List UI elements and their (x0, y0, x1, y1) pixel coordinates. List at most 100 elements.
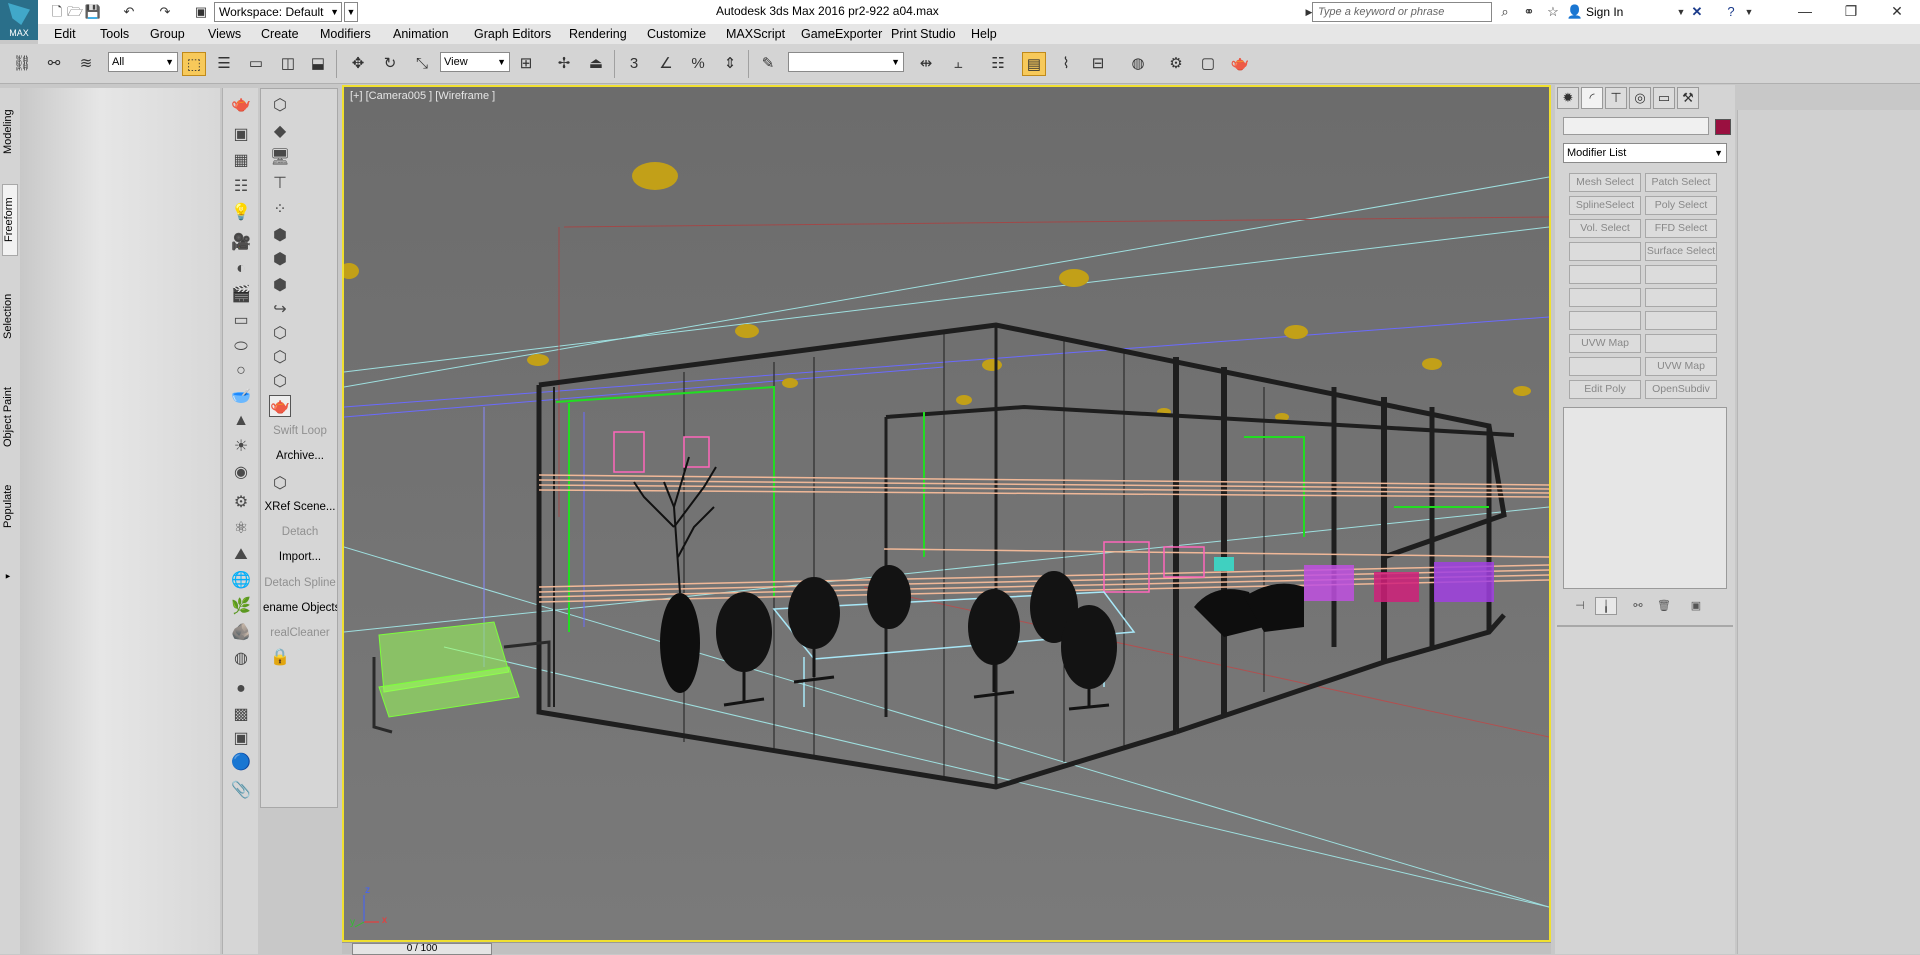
tab-modeling[interactable]: Modeling (2, 100, 18, 164)
cube-plus-icon[interactable]: ⬡ (269, 347, 291, 369)
clip-icon[interactable]: 📎 (230, 780, 252, 802)
detach-spline-button[interactable]: Detach Spline (263, 577, 337, 589)
globe-icon[interactable]: 🌐 (230, 570, 252, 592)
cube-gray-icon[interactable]: ⬡ (269, 473, 291, 495)
app-logo-button[interactable]: MAX (0, 0, 38, 40)
select-and-move-icon[interactable]: ✥ (346, 52, 370, 76)
viewport-label[interactable]: [+] [Camera005 ] [Wireframe ] (350, 90, 495, 102)
unlink-selection-icon[interactable]: ⚯ (42, 52, 66, 76)
select-object-icon[interactable]: ⬚ (182, 52, 206, 76)
select-and-rotate-icon[interactable]: ↻ (378, 52, 402, 76)
keyboard-shortcut-override-icon[interactable]: ⏏ (584, 52, 608, 76)
teapot-render-icon[interactable]: 🫖 (269, 395, 291, 417)
remove-modifier-icon[interactable]: 🗑 (1653, 597, 1675, 615)
object-color-swatch[interactable] (1715, 119, 1731, 135)
mirror-icon[interactable]: ⇹ (914, 52, 938, 76)
ffd-select-button[interactable]: FFD Select (1645, 219, 1717, 238)
sign-in-link[interactable]: Sign In (1586, 5, 1623, 19)
menu-group[interactable]: Group (150, 27, 185, 41)
snaps-toggle-icon[interactable]: 3 (622, 52, 646, 76)
cube-minus-icon[interactable]: ⬡ (269, 371, 291, 393)
minimize-button[interactable]: — (1782, 0, 1828, 24)
menu-edit[interactable]: Edit (54, 27, 76, 41)
rectangular-selection-icon[interactable]: ▭ (244, 52, 268, 76)
tab-create-icon[interactable]: ✹ (1557, 87, 1579, 109)
patch-select-button[interactable]: Patch Select (1645, 173, 1717, 192)
workspace-dropdown[interactable]: Workspace: Default ▼ (214, 2, 342, 22)
tab-motion-icon[interactable]: ◎ (1629, 87, 1651, 109)
blob-icon[interactable]: ⬭ (230, 336, 252, 358)
time-slider[interactable]: 0 / 100 (342, 942, 1551, 955)
select-and-scale-icon[interactable]: ⤡ (410, 52, 434, 76)
favorites-star-icon[interactable]: ☆ (1544, 3, 1562, 21)
tab-selection[interactable]: Selection (2, 284, 18, 348)
project-folder-icon[interactable]: ▣ (192, 3, 210, 21)
restore-button[interactable]: ❐ (1828, 0, 1874, 24)
modifier-set-button-empty[interactable] (1569, 357, 1641, 376)
xref-scene-button[interactable]: XRef Scene... (263, 501, 337, 513)
spinner-snap-icon[interactable]: ⇕ (718, 52, 742, 76)
select-manipulate-icon[interactable]: ✢ (552, 52, 576, 76)
colored-shape-icon[interactable]: ◆ (269, 121, 291, 143)
mountain-icon[interactable]: ⛰ (230, 544, 252, 566)
scene-explorer-icon[interactable]: ▤ (1022, 52, 1046, 76)
cube-arrow-icon[interactable]: ⬡ (269, 323, 291, 345)
import-button[interactable]: Import... (263, 551, 337, 563)
disc-icon[interactable]: ◉ (230, 462, 252, 484)
tab-populate[interactable]: Populate (2, 476, 18, 536)
modifier-set-button-empty[interactable] (1645, 334, 1717, 353)
menu-print-studio[interactable]: Print Studio (891, 27, 956, 41)
menu-graph-editors[interactable]: Graph Editors (474, 27, 551, 41)
tab-modify-icon[interactable]: ◜ (1581, 87, 1603, 109)
select-by-name-icon[interactable]: ☰ (212, 52, 236, 76)
rock-icon[interactable]: 🪨 (230, 622, 252, 644)
spline-select-button[interactable]: SplineSelect (1569, 196, 1641, 215)
open-file-icon[interactable]: 🗁 (66, 3, 84, 21)
lock-icon[interactable]: 🔒 (269, 647, 291, 669)
gears-icon[interactable]: ⚙ (230, 492, 252, 514)
plane-icon[interactable]: ▭ (230, 310, 252, 332)
vol-select-button[interactable]: Vol. Select (1569, 219, 1641, 238)
edit-named-selection-icon[interactable]: ✎ (756, 52, 780, 76)
bind-to-space-warp-icon[interactable]: ≋ (74, 52, 98, 76)
swift-loop-button[interactable]: Swift Loop (263, 425, 337, 437)
sun-icon[interactable]: ☀ (230, 436, 252, 458)
subscription-center-icon[interactable]: ⚭ (1520, 3, 1538, 21)
menu-tools[interactable]: Tools (100, 27, 129, 41)
selection-filter-dropdown[interactable]: All ▼ (108, 52, 178, 72)
exchange-apps-icon[interactable]: ✕ (1688, 3, 1706, 21)
teapot-icon[interactable]: 🫖 (230, 94, 252, 116)
reference-coordinate-dropdown[interactable]: View ▼ (440, 52, 510, 72)
help-chevron-down-icon[interactable]: ▼ (1740, 3, 1758, 21)
modifier-list-dropdown[interactable]: Modifier List ▼ (1563, 143, 1727, 163)
menu-rendering[interactable]: Rendering (569, 27, 627, 41)
archive-button[interactable]: Archive... (263, 450, 337, 462)
pin-stack-icon[interactable]: ⊣ (1569, 597, 1591, 615)
menu-customize[interactable]: Customize (647, 27, 706, 41)
quick-access-menu-button[interactable]: ▼ (344, 2, 358, 22)
close-button[interactable]: ✕ (1874, 0, 1920, 24)
cube-refresh-icon[interactable]: ⬢ (269, 249, 291, 271)
menu-animation[interactable]: Animation (393, 27, 449, 41)
pivot-center-icon[interactable]: ⊞ (514, 52, 538, 76)
render-production-icon[interactable]: 🫖 (1228, 52, 1252, 76)
help-icon[interactable]: ? (1722, 3, 1740, 21)
menu-maxscript[interactable]: MAXScript (726, 27, 785, 41)
mesh-select-button[interactable]: Mesh Select (1569, 173, 1641, 192)
user-icon[interactable]: 👤 (1566, 3, 1584, 21)
opensubdiv-button[interactable]: OpenSubdiv (1645, 380, 1717, 399)
render-frame-icon[interactable]: ▣ (230, 124, 252, 146)
blue-sphere-icon[interactable]: 🔵 (230, 752, 252, 774)
cone-icon[interactable]: ▲ (230, 410, 252, 432)
viewport-camera[interactable]: [+] [Camera005 ] [Wireframe ] z x y (342, 85, 1551, 942)
gray-sphere-icon[interactable]: ● (230, 678, 252, 700)
box-wire-icon[interactable]: ⬡ (269, 95, 291, 117)
tab-object-paint[interactable]: Object Paint (2, 380, 18, 454)
calculator-icon[interactable]: ▦ (230, 150, 252, 172)
redirect-arrow-icon[interactable]: ↪ (269, 299, 291, 321)
modifier-set-button-empty[interactable] (1645, 265, 1717, 284)
curve-editor-icon[interactable]: ⌇ (1054, 52, 1078, 76)
time-slider-knob[interactable]: 0 / 100 (352, 943, 492, 955)
align-icon[interactable]: ⫠ (946, 52, 970, 76)
video-camera-icon[interactable]: 🎬 (230, 284, 252, 306)
